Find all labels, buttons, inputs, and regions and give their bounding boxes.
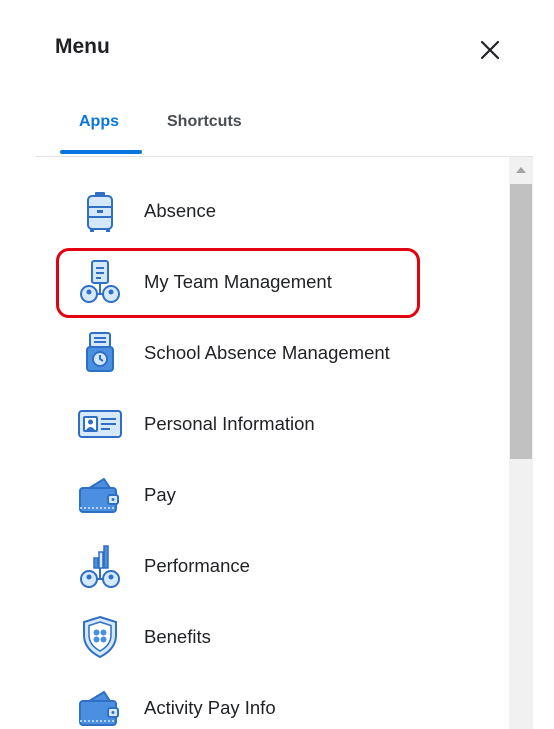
apps-list: Absence My Team Management School Absenc… xyxy=(36,157,509,729)
team-chart-icon xyxy=(76,542,124,590)
id-card-icon xyxy=(76,400,124,448)
app-item-label: Performance xyxy=(144,555,250,576)
close-icon[interactable] xyxy=(476,36,504,64)
app-item-label: Activity Pay Info xyxy=(144,697,276,718)
scrollbar-thumb[interactable] xyxy=(510,184,532,459)
suitcase-icon xyxy=(76,187,124,235)
app-item-label: Personal Information xyxy=(144,413,315,434)
app-item-school-absence-management[interactable]: School Absence Management xyxy=(36,321,509,385)
scrollbar[interactable] xyxy=(509,157,533,729)
scroll-up-arrow-icon[interactable] xyxy=(516,167,526,173)
shield-icon xyxy=(76,613,124,661)
menu-tabs: Apps Shortcuts xyxy=(36,100,533,157)
menu-title: Menu xyxy=(55,35,110,58)
app-item-label: My Team Management xyxy=(144,271,332,292)
app-item-personal-information[interactable]: Personal Information xyxy=(36,392,509,456)
app-item-benefits[interactable]: Benefits xyxy=(36,605,509,669)
app-item-pay[interactable]: Pay xyxy=(36,463,509,527)
tab-shortcuts[interactable]: Shortcuts xyxy=(167,113,242,131)
tab-apps[interactable]: Apps xyxy=(79,113,119,131)
app-item-absence[interactable]: Absence xyxy=(36,179,509,243)
app-item-label: Pay xyxy=(144,484,176,505)
wallet-icon xyxy=(76,471,124,519)
team-clipboard-icon xyxy=(76,258,124,306)
app-item-label: School Absence Management xyxy=(144,342,390,363)
app-item-activity-pay-info[interactable]: Activity Pay Info xyxy=(36,676,509,729)
app-item-label: Benefits xyxy=(144,626,211,647)
calendar-clock-icon xyxy=(76,329,124,377)
menu-header: Menu xyxy=(0,0,554,100)
app-item-performance[interactable]: Performance xyxy=(36,534,509,598)
app-item-my-team-management[interactable]: My Team Management xyxy=(36,250,509,314)
wallet-icon xyxy=(76,684,124,729)
active-tab-indicator xyxy=(60,150,142,154)
app-item-label: Absence xyxy=(144,200,216,221)
